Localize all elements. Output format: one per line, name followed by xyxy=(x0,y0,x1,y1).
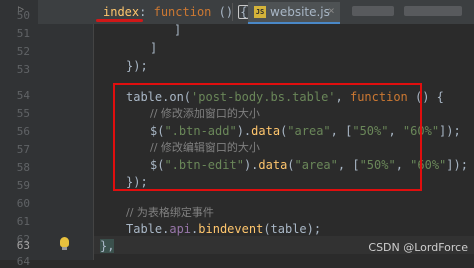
close-icon[interactable]: × xyxy=(328,4,335,17)
gutter-divider xyxy=(93,24,94,260)
watermark: CSDN @LordForce xyxy=(368,241,468,254)
code-line[interactable]: ] xyxy=(150,40,157,56)
editor-tab-bar: ▷ index: function () { JS website.js × xyxy=(0,0,474,24)
line-number: 50 xyxy=(16,9,30,22)
line-number: 59 xyxy=(16,179,30,192)
line-number: 55 xyxy=(16,107,30,120)
red-highlight-box xyxy=(113,83,422,191)
code-line[interactable]: ] xyxy=(174,22,181,38)
code-line[interactable]: }, xyxy=(100,238,115,254)
line-number: 56 xyxy=(16,125,30,138)
lightbulb-base xyxy=(62,247,67,250)
line-number-current: 63 xyxy=(16,239,30,252)
tab-separator xyxy=(232,3,233,21)
line-number: 54 xyxy=(16,89,30,102)
line-number: 57 xyxy=(16,143,30,156)
red-underline-annotation xyxy=(96,19,143,22)
line-number: 60 xyxy=(16,197,30,210)
blurred-tab[interactable] xyxy=(352,6,394,16)
line-number: 61 xyxy=(16,215,30,228)
line-number: 58 xyxy=(16,161,30,174)
tab-label: website.js xyxy=(270,5,330,19)
code-line[interactable]: }); xyxy=(126,58,148,74)
code-line[interactable]: Table.api.bindevent(table); xyxy=(126,221,321,237)
tab-website-js[interactable]: JS website.js × xyxy=(248,2,340,24)
js-file-icon: JS xyxy=(254,6,266,18)
line-number: 52 xyxy=(16,45,30,58)
breadcrumb[interactable]: index: function () { xyxy=(103,5,248,19)
line-number: 51 xyxy=(16,27,30,40)
breadcrumb-colon: : xyxy=(139,5,147,19)
code-comment[interactable]: // 为表格绑定事件 xyxy=(126,205,214,221)
blurred-tab[interactable] xyxy=(404,6,462,16)
breadcrumb-key: index xyxy=(103,5,140,19)
lightbulb-icon[interactable] xyxy=(60,237,69,247)
line-number: 64 xyxy=(16,255,30,268)
breadcrumb-function: function xyxy=(153,5,212,19)
line-number: 53 xyxy=(16,63,30,76)
